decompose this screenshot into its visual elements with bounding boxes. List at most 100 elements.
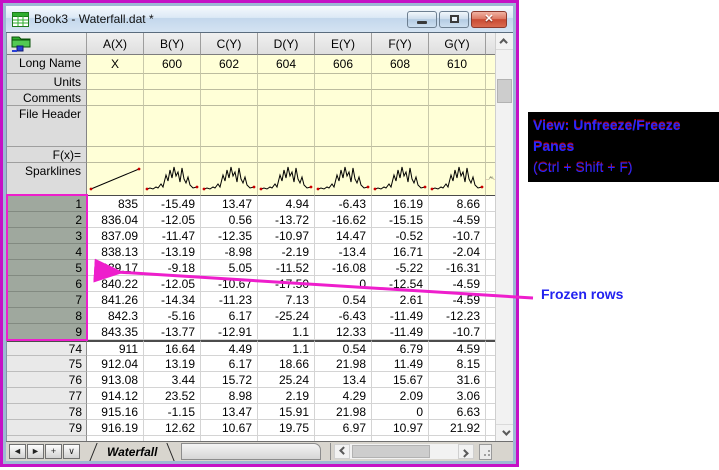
data-cell[interactable]: 19.75	[258, 420, 315, 436]
data-cell[interactable]: 8.15	[429, 356, 486, 372]
data-cell[interactable]: -13.4	[315, 244, 372, 260]
data-cell[interactable]: 21.98	[315, 356, 372, 372]
header-cell[interactable]	[201, 106, 258, 147]
header-cell[interactable]	[87, 90, 144, 106]
header-cell[interactable]: 600	[144, 55, 201, 74]
row-label-fileheader[interactable]: File Header	[7, 106, 87, 147]
data-cell[interactable]: -8.98	[201, 244, 258, 260]
data-cell[interactable]: -1.15	[144, 404, 201, 420]
data-cell[interactable]: 4.29	[315, 388, 372, 404]
data-cell[interactable]: -14.34	[144, 292, 201, 308]
minimize-button[interactable]	[407, 10, 437, 28]
row-header[interactable]: 74	[7, 340, 87, 356]
data-cell[interactable]: 837.09	[87, 228, 144, 244]
data-cell[interactable]: 25.24	[258, 372, 315, 388]
header-cell[interactable]	[429, 74, 486, 90]
data-cell[interactable]: 914.12	[87, 388, 144, 404]
header-cell[interactable]	[201, 90, 258, 106]
data-cell[interactable]: -12.23	[429, 308, 486, 324]
header-cell[interactable]	[372, 90, 429, 106]
data-cell[interactable]: 31.6	[429, 372, 486, 388]
data-cell[interactable]: 0	[372, 404, 429, 420]
data-cell[interactable]: 6.17	[201, 308, 258, 324]
data-cell[interactable]: 3.44	[144, 372, 201, 388]
data-cell[interactable]: 836.04	[87, 212, 144, 228]
data-cell[interactable]: -2.19	[258, 244, 315, 260]
data-cell[interactable]: -10.67	[201, 276, 258, 292]
corner-cell[interactable]	[7, 33, 87, 55]
data-cell[interactable]: 14.47	[315, 228, 372, 244]
data-cell[interactable]: 840.22	[87, 276, 144, 292]
maximize-button[interactable]	[439, 10, 469, 28]
scroll-right-button[interactable]	[458, 444, 475, 459]
row-header[interactable]: 78	[7, 404, 87, 420]
data-cell[interactable]: -13.19	[144, 244, 201, 260]
data-cell[interactable]: 915.16	[87, 404, 144, 420]
row-header[interactable]: 6	[7, 276, 87, 292]
data-cell[interactable]: 15.67	[372, 372, 429, 388]
data-cell[interactable]: 4.59	[429, 340, 486, 356]
data-cell[interactable]: -12.05	[144, 276, 201, 292]
header-cell[interactable]	[144, 74, 201, 90]
row-label-comments[interactable]: Comments	[7, 90, 87, 106]
header-cell[interactable]	[258, 147, 315, 163]
data-cell[interactable]: 2.09	[372, 388, 429, 404]
scroll-tabs-right-button[interactable]: ►	[27, 444, 44, 459]
header-cell[interactable]	[315, 90, 372, 106]
header-cell[interactable]	[87, 147, 144, 163]
sparkline-cell[interactable]	[315, 163, 372, 196]
sparkline-cell[interactable]	[201, 163, 258, 196]
data-cell[interactable]: -4.59	[429, 276, 486, 292]
sparkline-cell[interactable]	[144, 163, 201, 196]
sparkline-cell[interactable]	[258, 163, 315, 196]
data-cell[interactable]: 835	[87, 196, 144, 212]
header-cell[interactable]	[315, 74, 372, 90]
row-label-longname[interactable]: Long Name	[7, 55, 87, 74]
header-cell[interactable]	[258, 106, 315, 147]
header-cell[interactable]: X	[87, 55, 144, 74]
data-cell[interactable]: 13.47	[201, 196, 258, 212]
header-cell[interactable]: 610	[429, 55, 486, 74]
data-cell[interactable]: 21.98	[315, 404, 372, 420]
column-header[interactable]: B(Y)	[144, 33, 201, 55]
data-cell[interactable]: 15.72	[201, 372, 258, 388]
title-bar[interactable]: Book3 - Waterfall.dat * ✕	[6, 6, 513, 33]
header-cell[interactable]	[258, 74, 315, 90]
data-cell[interactable]: -10.97	[258, 228, 315, 244]
column-header[interactable]: G(Y)	[429, 33, 486, 55]
header-cell[interactable]	[201, 147, 258, 163]
sparkline-cell[interactable]	[429, 163, 486, 196]
header-cell[interactable]	[429, 90, 486, 106]
data-cell[interactable]: 11.49	[372, 356, 429, 372]
data-cell[interactable]: 0	[315, 276, 372, 292]
data-cell[interactable]: 2.61	[372, 292, 429, 308]
row-header[interactable]: 79	[7, 420, 87, 436]
data-cell[interactable]: -9.18	[144, 260, 201, 276]
column-header[interactable]: F(Y)	[372, 33, 429, 55]
column-header[interactable]: A(X)	[87, 33, 144, 55]
data-cell[interactable]: 1.1	[258, 340, 315, 356]
resize-grip[interactable]	[479, 443, 493, 460]
sheet-list-button[interactable]: ∨	[63, 444, 80, 459]
data-cell[interactable]: -11.23	[201, 292, 258, 308]
data-cell[interactable]: 8.66	[429, 196, 486, 212]
data-cell[interactable]: -11.49	[372, 324, 429, 340]
header-cell[interactable]: 606	[315, 55, 372, 74]
data-cell[interactable]: 839.17	[87, 260, 144, 276]
row-label-fx[interactable]: F(x)=	[7, 147, 87, 163]
data-cell[interactable]: 13.47	[201, 404, 258, 420]
data-cell[interactable]: -12.35	[201, 228, 258, 244]
row-header[interactable]: 8	[7, 308, 87, 324]
data-cell[interactable]: 21.92	[429, 420, 486, 436]
vertical-scrollbar[interactable]	[495, 33, 513, 441]
row-header[interactable]: 3	[7, 228, 87, 244]
data-cell[interactable]: 10.67	[201, 420, 258, 436]
sheet-tab-waterfall[interactable]: Waterfall	[87, 443, 177, 461]
data-cell[interactable]: 12.33	[315, 324, 372, 340]
data-cell[interactable]: -16.62	[315, 212, 372, 228]
data-cell[interactable]: 5.05	[201, 260, 258, 276]
data-cell[interactable]: -13.72	[258, 212, 315, 228]
data-cell[interactable]: -10.7	[429, 324, 486, 340]
data-cell[interactable]: 913.08	[87, 372, 144, 388]
data-cell[interactable]: -16.31	[429, 260, 486, 276]
